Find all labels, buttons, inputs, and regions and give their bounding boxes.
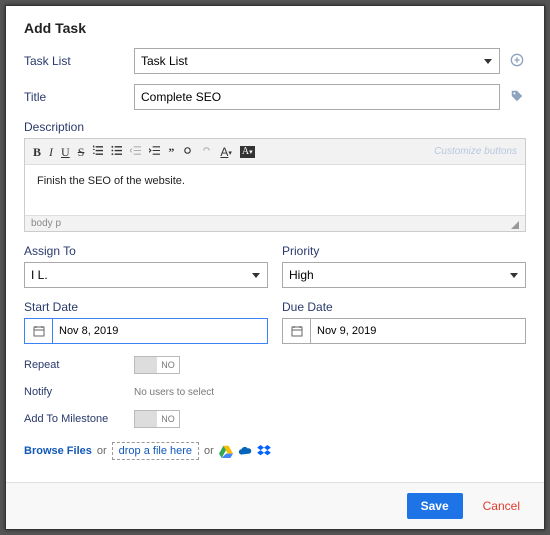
drop-file-area[interactable]: drop a file here [112,442,199,460]
google-drive-icon[interactable] [219,444,233,458]
title-label: Title [24,90,134,104]
add-task-list-icon[interactable] [508,53,526,70]
notify-text: No users to select [134,387,214,398]
bold-icon[interactable]: B [33,146,41,158]
assign-to-select[interactable]: I L. [24,262,268,288]
editor-toolbar: B I U S ” A▾ A▾ Customize buttons [25,139,525,165]
assign-to-label: Assign To [24,244,268,258]
resize-grip-icon[interactable] [511,221,519,229]
start-date-input[interactable] [52,318,268,344]
title-input[interactable] [134,84,500,110]
link-icon[interactable] [182,145,193,158]
browse-files-link[interactable]: Browse Files [24,445,92,457]
start-date-label: Start Date [24,300,268,314]
unordered-list-icon[interactable] [111,145,122,158]
ordered-list-icon[interactable] [92,145,103,158]
underline-icon[interactable]: U [61,146,70,158]
task-list-label: Task List [24,54,134,68]
priority-select[interactable]: High [282,262,526,288]
task-list-select[interactable]: Task List [134,48,500,74]
repeat-label: Repeat [24,359,134,371]
text-color-icon[interactable]: A▾ [220,146,232,158]
due-date-label: Due Date [282,300,526,314]
description-input[interactable]: Finish the SEO of the website. [25,165,525,215]
modal-title: Add Task [24,20,526,36]
customize-buttons-link[interactable]: Customize buttons [434,146,517,157]
calendar-icon[interactable] [24,318,52,344]
unlink-icon[interactable] [201,145,212,158]
bg-color-icon[interactable]: A▾ [240,146,255,158]
rich-text-editor: B I U S ” A▾ A▾ Customize buttons Finish… [24,138,526,232]
file-upload-row: Browse Files or drop a file here or [24,442,526,460]
editor-breadcrumb: body p [31,218,61,229]
notify-label: Notify [24,386,134,398]
due-date-input[interactable] [310,318,526,344]
milestone-toggle[interactable]: NO [134,410,180,428]
add-task-modal: Add Task Task List Task List Title Descr… [5,5,545,530]
description-label: Description [24,120,526,134]
repeat-toggle[interactable]: NO [134,356,180,374]
outdent-icon[interactable] [130,145,141,158]
onedrive-icon[interactable] [238,444,252,458]
italic-icon[interactable]: I [49,146,53,158]
strike-icon[interactable]: S [78,146,85,158]
modal-footer: Save Cancel [6,482,544,529]
tag-icon[interactable] [508,89,526,106]
priority-label: Priority [282,244,526,258]
cancel-button[interactable]: Cancel [477,498,526,514]
blockquote-icon[interactable]: ” [168,146,174,158]
calendar-icon[interactable] [282,318,310,344]
save-button[interactable]: Save [407,493,463,519]
indent-icon[interactable] [149,145,160,158]
milestone-label: Add To Milestone [24,413,134,425]
dropbox-icon[interactable] [257,444,271,458]
